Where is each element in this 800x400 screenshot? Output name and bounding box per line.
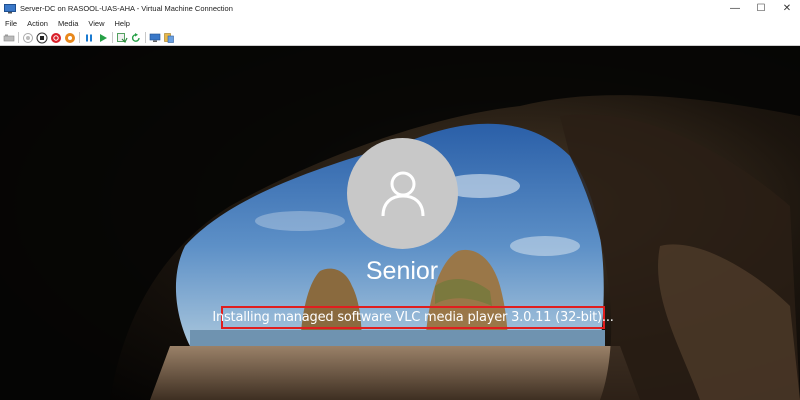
vm-connection-app-icon — [4, 3, 16, 14]
menu-view[interactable]: View — [83, 17, 109, 30]
checkpoint-icon[interactable] — [116, 32, 128, 44]
menu-action[interactable]: Action — [22, 17, 53, 30]
toolbar — [0, 30, 800, 46]
toolbar-separator — [112, 32, 113, 43]
window-controls: — ☐ ✕ — [722, 0, 800, 17]
enhanced-session-icon[interactable] — [149, 32, 161, 44]
menu-file[interactable]: File — [0, 17, 22, 30]
share-icon[interactable] — [163, 32, 175, 44]
vm-display[interactable]: Senior Installing managed software VLC m… — [0, 46, 800, 400]
minimize-button[interactable]: — — [722, 0, 748, 17]
user-avatar — [347, 138, 458, 249]
pause-icon[interactable] — [83, 32, 95, 44]
revert-icon[interactable] — [130, 32, 142, 44]
title-bar: Server-DC on RASOOL-UAS-AHA - Virtual Ma… — [0, 0, 800, 17]
menu-media[interactable]: Media — [53, 17, 83, 30]
toolbar-separator — [79, 32, 80, 43]
ctrl-alt-del-icon[interactable] — [3, 32, 15, 44]
maximize-button[interactable]: ☐ — [748, 0, 774, 17]
turn-off-icon[interactable] — [36, 32, 48, 44]
window-title: Server-DC on RASOOL-UAS-AHA - Virtual Ma… — [20, 4, 233, 13]
username-label: Senior — [365, 257, 439, 285]
start-icon[interactable] — [22, 32, 34, 44]
user-icon — [381, 171, 424, 216]
install-status-text: Installing managed software VLC media pl… — [212, 310, 614, 325]
menu-help[interactable]: Help — [110, 17, 135, 30]
toolbar-separator — [145, 32, 146, 43]
menu-bar: File Action Media View Help — [0, 17, 800, 30]
toolbar-separator — [18, 32, 19, 43]
resume-icon[interactable] — [97, 32, 109, 44]
status-highlight-box: Installing managed software VLC media pl… — [212, 306, 614, 329]
close-button[interactable]: ✕ — [774, 0, 800, 17]
shutdown-icon[interactable] — [50, 32, 62, 44]
save-icon[interactable] — [64, 32, 76, 44]
